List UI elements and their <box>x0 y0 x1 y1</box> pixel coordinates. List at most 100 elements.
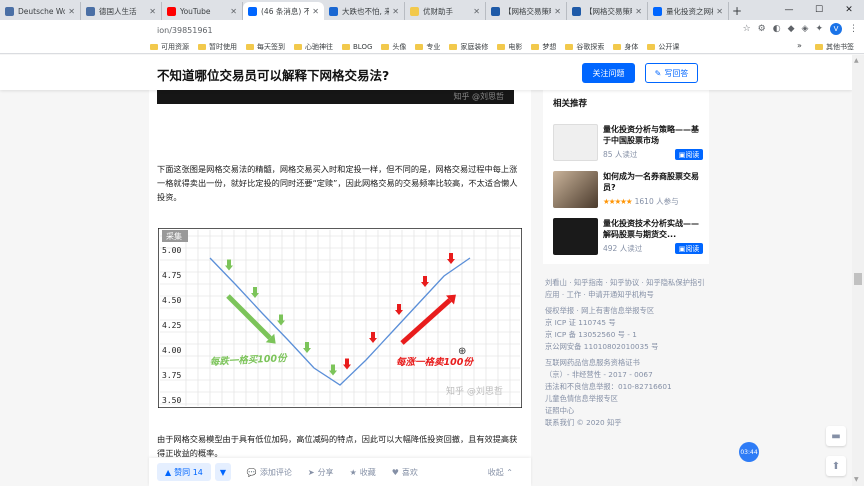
close-window-button[interactable]: ✕ <box>834 0 864 20</box>
close-tab-icon[interactable]: ✕ <box>230 7 237 16</box>
footer-line[interactable]: 儿童色情信息举报专区 <box>545 393 715 405</box>
browser-tab[interactable]: 德国人生活 ✕ <box>81 2 162 20</box>
bookmark-item[interactable]: 专业 <box>415 42 440 52</box>
recommend-item-2[interactable]: 如何成为一名券商股票交易员? ★★★★★ 1610 人参与 <box>553 171 703 211</box>
tab-favicon-icon <box>86 6 95 16</box>
footer-line[interactable]: （京）- 非经营性 - 2017 - 0067 <box>545 369 715 381</box>
footer-line[interactable]: 证照中心 <box>545 405 715 417</box>
footer-line[interactable]: 京 ICP 证 110745 号 <box>545 317 715 329</box>
close-tab-icon[interactable]: ✕ <box>312 7 319 16</box>
collapse-button[interactable]: 收起 ⌃ <box>488 467 513 478</box>
scrollbar-thumb[interactable] <box>854 273 862 285</box>
bookmark-item[interactable]: 梦想 <box>531 42 556 52</box>
window-controls: — ☐ ✕ <box>774 0 864 20</box>
url-text[interactable]: ion/39851961 <box>157 26 213 35</box>
address-bar[interactable]: ion/39851961 ☆ ⚙ ◐ ◆ ◈ ✦ V ⋮ <box>0 20 864 40</box>
participants-count: 1610 人参与 <box>634 197 679 206</box>
footer-line[interactable]: 刘看山 · 知乎指南 · 知乎协议 · 知乎隐私保护指引 <box>545 277 715 289</box>
bookmark-label: 每天签到 <box>257 42 285 51</box>
bookmarks-more-button[interactable]: » <box>797 41 802 50</box>
comment-button[interactable]: 💬 添加评论 <box>247 467 292 478</box>
downvote-button[interactable]: ▼ <box>214 463 231 481</box>
footer-line[interactable]: 京公网安备 11010802010035 号 <box>545 341 715 353</box>
recommend-title[interactable]: 量化投资技术分析实战——解码股票与期货交... <box>603 218 703 240</box>
star-icon[interactable]: ☆ <box>743 24 751 34</box>
close-tab-icon[interactable]: ✕ <box>68 7 75 16</box>
tab-favicon-icon <box>167 6 176 16</box>
puzzle-icon[interactable]: ✦ <box>815 24 823 34</box>
browser-tab[interactable]: 【网格交易策略 ✕ <box>567 2 648 20</box>
extension-icon-3[interactable]: ◆ <box>788 24 795 34</box>
extension-icon[interactable]: ⚙ <box>758 24 766 34</box>
recommend-item-1[interactable]: 量化投资分析与策略——基于中国股票市场 85 人读过 ▣ 阅读 <box>553 124 703 164</box>
bookmark-item[interactable]: 暂时使用 <box>198 42 237 52</box>
follow-question-button[interactable]: 关注问题 <box>582 63 635 83</box>
message-button[interactable]: ▬ <box>826 426 846 446</box>
folder-icon <box>647 43 656 50</box>
page-content: 不知道哪位交易员可以解释下网格交易法? 关注问题 ✎ 写回答 知乎 @刘思哲 下面… <box>0 55 852 486</box>
close-tab-icon[interactable]: ✕ <box>716 7 723 16</box>
browser-tab[interactable]: 优财助手 ✕ <box>405 2 486 20</box>
bookmark-item[interactable]: 每天签到 <box>246 42 285 52</box>
bookmark-item[interactable]: 谷歌探索 <box>565 42 604 52</box>
upvote-button[interactable]: ▲ 赞同 14 <box>157 463 211 481</box>
bookmark-item[interactable]: 心驰神往 <box>294 42 333 52</box>
tab-favicon-icon <box>329 6 338 16</box>
answer-content: 知乎 @刘思哲 下面这张图是网格交易法的精髓，网格交易买入时和定投一样，但不同的… <box>149 90 531 486</box>
share-button[interactable]: ➤ 分享 <box>308 467 334 478</box>
bookmark-other[interactable]: 其他书签 <box>815 42 854 52</box>
scroll-up-icon[interactable]: ▲ <box>854 57 859 64</box>
grid-trading-chart: 采集 5.004.754.504.254.003.753.50 每跌一格买100… <box>158 228 522 408</box>
close-tab-icon[interactable]: ✕ <box>473 7 480 16</box>
bookmark-item[interactable]: BLOG <box>342 43 372 51</box>
zoom-cursor-icon: ⊕ <box>458 346 466 357</box>
like-button[interactable]: ♥ 喜欢 <box>392 467 418 478</box>
upvote-icon: ▲ <box>165 467 172 477</box>
extension-icon-4[interactable]: ◈ <box>802 24 809 34</box>
scroll-down-icon[interactable]: ▼ <box>854 476 859 483</box>
browser-tab[interactable]: 大跌也不怕, 来 ✕ <box>324 2 405 20</box>
read-button[interactable]: ▣ 阅读 <box>675 149 703 160</box>
bookmark-item[interactable]: 头像 <box>381 42 406 52</box>
close-tab-icon[interactable]: ✕ <box>149 7 156 16</box>
favorite-button[interactable]: ★ 收藏 <box>350 467 376 478</box>
footer-line[interactable]: 互联网药品信息服务资格证书 <box>545 357 715 369</box>
image-watermark: 知乎 @刘思哲 <box>453 92 504 101</box>
footer-line[interactable]: 联系我们 © 2020 知乎 <box>545 417 715 429</box>
recommend-title[interactable]: 量化投资分析与策略——基于中国股票市场 <box>603 124 703 146</box>
write-answer-button[interactable]: ✎ 写回答 <box>645 63 698 83</box>
back-to-top-button[interactable]: ⬆ <box>826 456 846 476</box>
browser-tab[interactable]: (46 条消息) 不 ✕ <box>243 2 324 20</box>
minimize-button[interactable]: — <box>774 0 804 20</box>
folder-icon <box>497 43 506 50</box>
read-button[interactable]: ▣ 阅读 <box>675 243 703 254</box>
menu-icon[interactable]: ⋮ <box>849 24 858 34</box>
footer-line[interactable]: 京 ICP 备 13052560 号 - 1 <box>545 329 715 341</box>
new-tab-button[interactable]: + <box>729 2 745 20</box>
close-tab-icon[interactable]: ✕ <box>554 7 561 16</box>
browser-tab[interactable]: 量化投资之网格 ✕ <box>648 2 729 20</box>
bookmark-item[interactable]: 电影 <box>497 42 522 52</box>
close-tab-icon[interactable]: ✕ <box>392 7 399 16</box>
bookmark-item[interactable]: 可用资源 <box>150 42 189 52</box>
page-scrollbar[interactable]: ▲ ▼ <box>852 55 864 486</box>
footer-line[interactable]: 违法和不良信息举报：010-82716601 <box>545 381 715 393</box>
question-title[interactable]: 不知道哪位交易员可以解释下网格交易法? <box>157 65 389 84</box>
timer-badge[interactable]: 03:44 <box>739 442 759 462</box>
browser-tab[interactable]: Deutsche Wo ✕ <box>0 2 81 20</box>
maximize-button[interactable]: ☐ <box>804 0 834 20</box>
bookmark-label: 暂时使用 <box>209 42 237 51</box>
y-tick-label: 3.75 <box>162 371 181 380</box>
close-tab-icon[interactable]: ✕ <box>635 7 642 16</box>
bookmark-item[interactable]: 公开课 <box>647 42 679 52</box>
browser-tab[interactable]: 【网格交易策略 ✕ <box>486 2 567 20</box>
footer-line[interactable]: 侵权举报 · 网上有害信息举报专区 <box>545 305 715 317</box>
footer-line[interactable]: 应用 · 工作 · 申请开通知乎机构号 <box>545 289 715 301</box>
bookmark-item[interactable]: 家庭装修 <box>449 42 488 52</box>
extension-icon-2[interactable]: ◐ <box>773 24 781 34</box>
bookmark-item[interactable]: 身体 <box>613 42 638 52</box>
browser-tab[interactable]: YouTube ✕ <box>162 2 243 20</box>
profile-avatar[interactable]: V <box>830 23 842 35</box>
recommend-item-3[interactable]: 量化投资技术分析实战——解码股票与期货交... 492 人读过 ▣ 阅读 <box>553 218 703 258</box>
recommend-title[interactable]: 如何成为一名券商股票交易员? <box>603 171 703 193</box>
